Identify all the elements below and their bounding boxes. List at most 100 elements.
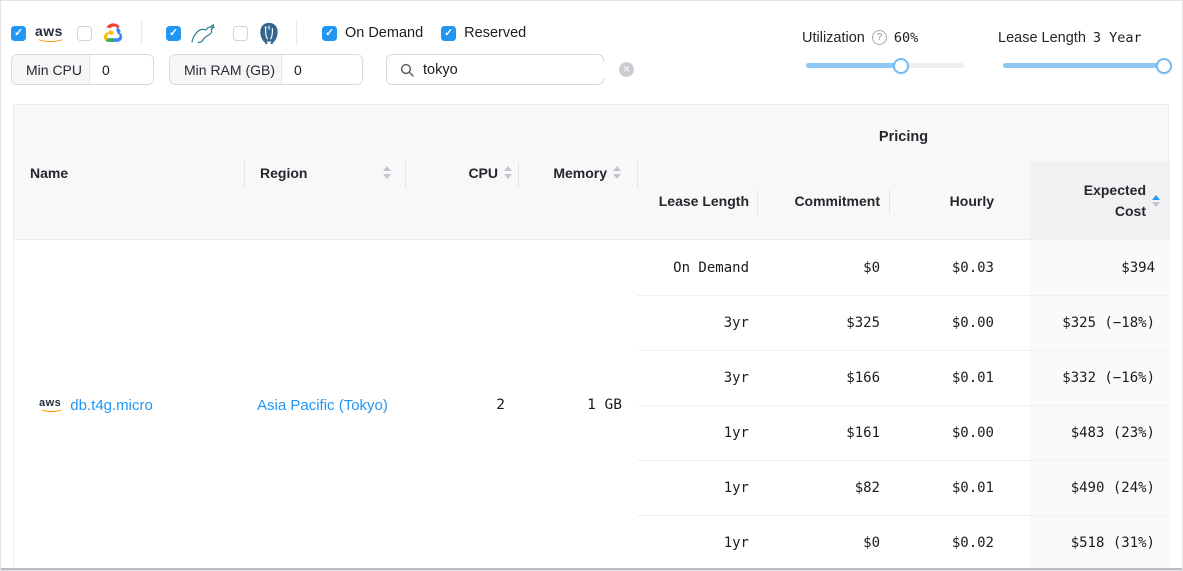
- sort-icon: [613, 166, 621, 179]
- table-header: Pricing Name Region CPU Memory Lease Len…: [14, 105, 1168, 240]
- min-cpu-input[interactable]: [90, 55, 153, 84]
- instances-table: Pricing Name Region CPU Memory Lease Len…: [13, 104, 1169, 569]
- pricing-row: 1yr $0 $0.02 $518 (31%): [637, 515, 1170, 570]
- min-cpu-group: Min CPU: [11, 54, 154, 85]
- lease-cell: 3yr: [637, 351, 757, 405]
- mysql-dolphin-icon: [190, 23, 220, 44]
- filter-postgresql: [233, 22, 281, 45]
- utilization-slider[interactable]: [806, 57, 964, 74]
- checkbox-aws[interactable]: [11, 26, 26, 41]
- hourly-cell: $0.03: [889, 240, 1030, 295]
- lease-length-header: Lease Length 3 Year: [998, 29, 1142, 46]
- pricing-group-header: Pricing: [637, 129, 1170, 145]
- aws-logo: aws: [35, 24, 63, 42]
- search-icon: [400, 63, 414, 77]
- filter-mysql: [166, 23, 220, 44]
- min-ram-label: Min RAM (GB): [170, 55, 282, 84]
- expected-cost-cell: $394: [1030, 240, 1170, 295]
- col-header-memory[interactable]: Memory: [518, 105, 637, 240]
- slider-thumb[interactable]: [893, 58, 909, 74]
- lease-cell: On Demand: [637, 240, 757, 295]
- expected-cost-cell: $518 (31%): [1030, 516, 1170, 570]
- lease-cell: 3yr: [637, 296, 757, 350]
- expected-cost-cell: $490 (24%): [1030, 461, 1170, 515]
- cpu-value: 2: [496, 397, 505, 413]
- min-ram-group: Min RAM (GB): [169, 54, 363, 85]
- min-ram-input[interactable]: [282, 55, 362, 84]
- checkbox-reserved[interactable]: [441, 26, 456, 41]
- sort-icon-active: [1152, 195, 1160, 208]
- col-header-cpu[interactable]: CPU: [405, 105, 518, 240]
- utilization-value: 60%: [894, 30, 918, 46]
- commitment-cell: $82: [757, 461, 889, 515]
- utilization-label: Utilization: [802, 30, 865, 46]
- filters-toolbar: aws: [11, 25, 526, 41]
- pricing-row: On Demand $0 $0.03 $394: [637, 240, 1170, 295]
- toolbar-divider: [141, 21, 142, 45]
- on-demand-label: On Demand: [345, 25, 423, 41]
- expected-cost-cell: $483 (23%): [1030, 406, 1170, 460]
- help-icon[interactable]: ?: [872, 30, 887, 45]
- region-link[interactable]: Asia Pacific (Tokyo): [257, 397, 388, 414]
- reserved-label: Reserved: [464, 25, 526, 41]
- hourly-cell: $0.02: [889, 516, 1030, 570]
- commitment-cell: $166: [757, 351, 889, 405]
- instance-name-cell: aws db.t4g.micro: [14, 240, 244, 570]
- lease-length-value: 3 Year: [1093, 30, 1142, 46]
- filter-gcp: [77, 23, 126, 43]
- filter-aws: aws: [11, 24, 63, 42]
- search-box: ✕: [386, 54, 604, 85]
- filter-reserved: Reserved: [441, 25, 526, 41]
- toolbar-divider: [296, 21, 297, 45]
- lease-cell: 1yr: [637, 406, 757, 460]
- pricing-rows: On Demand $0 $0.03 $394 3yr $325 $0.00 $…: [637, 240, 1170, 570]
- col-header-expected-cost[interactable]: Expected Cost: [1030, 162, 1170, 240]
- sort-icon: [504, 166, 512, 179]
- commitment-cell: $325: [757, 296, 889, 350]
- utilization-header: Utilization ? 60%: [802, 29, 918, 46]
- bottom-scroll-edge[interactable]: [1, 568, 1182, 570]
- sort-icon: [383, 166, 391, 179]
- pricing-row: 1yr $161 $0.00 $483 (23%): [637, 405, 1170, 460]
- col-header-lease-length: Lease Length: [637, 162, 757, 240]
- checkbox-mysql[interactable]: [166, 26, 181, 41]
- lease-cell: 1yr: [637, 461, 757, 515]
- pricing-row: 1yr $82 $0.01 $490 (24%): [637, 460, 1170, 515]
- region-cell: Asia Pacific (Tokyo): [244, 240, 405, 570]
- expected-cost-cell: $325 (−18%): [1030, 296, 1170, 350]
- lease-length-label: Lease Length: [998, 30, 1086, 46]
- slider-fill: [806, 63, 901, 68]
- commitment-cell: $161: [757, 406, 889, 460]
- hourly-cell: $0.01: [889, 351, 1030, 405]
- checkbox-on-demand[interactable]: [322, 26, 337, 41]
- slider-track[interactable]: [806, 63, 964, 68]
- col-header-name: Name: [14, 105, 244, 240]
- hourly-cell: $0.00: [889, 296, 1030, 350]
- hourly-cell: $0.00: [889, 406, 1030, 460]
- col-header-commitment: Commitment: [757, 162, 889, 240]
- filter-on-demand: On Demand: [322, 25, 423, 41]
- min-cpu-label: Min CPU: [12, 55, 90, 84]
- col-header-region[interactable]: Region: [244, 105, 405, 240]
- pricing-row: 3yr $166 $0.01 $332 (−16%): [637, 350, 1170, 405]
- postgresql-elephant-icon: [257, 22, 281, 45]
- memory-value: 1 GB: [587, 397, 622, 413]
- cpu-cell: 2: [405, 240, 518, 570]
- slider-track[interactable]: [1003, 63, 1164, 68]
- slider-thumb[interactable]: [1156, 58, 1172, 74]
- hourly-cell: $0.01: [889, 461, 1030, 515]
- col-header-hourly: Hourly: [889, 162, 1030, 240]
- search-input[interactable]: [423, 62, 610, 78]
- pricing-row: 3yr $325 $0.00 $325 (−18%): [637, 295, 1170, 350]
- instance-name-link[interactable]: db.t4g.micro: [70, 397, 153, 414]
- lease-length-slider[interactable]: [1003, 57, 1164, 74]
- clear-icon[interactable]: ✕: [619, 62, 634, 77]
- expected-cost-cell: $332 (−16%): [1030, 351, 1170, 405]
- commitment-cell: $0: [757, 240, 889, 295]
- checkbox-postgresql[interactable]: [233, 26, 248, 41]
- memory-cell: 1 GB: [518, 240, 637, 570]
- commitment-cell: $0: [757, 516, 889, 570]
- slider-fill: [1003, 63, 1164, 68]
- checkbox-gcp[interactable]: [77, 26, 92, 41]
- cloud-instance-pricing-app: aws: [0, 0, 1183, 571]
